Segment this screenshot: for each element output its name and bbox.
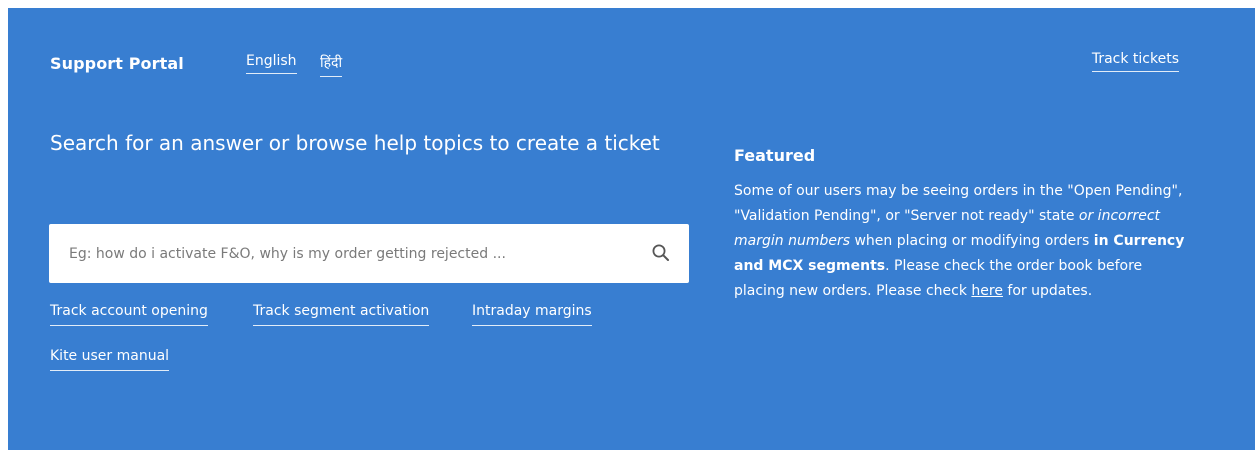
search-input[interactable]	[49, 224, 629, 283]
track-segment-activation-link[interactable]: Track segment activation	[253, 303, 430, 326]
kite-user-manual-link[interactable]: Kite user manual	[50, 348, 170, 371]
search-box	[49, 224, 689, 283]
brand-title: Support Portal	[50, 54, 184, 73]
hero-headline: Search for an answer or browse help topi…	[50, 131, 660, 155]
featured-text: Some of our users may be seeing orders i…	[734, 179, 1194, 304]
language-english-link[interactable]: English	[246, 53, 297, 74]
featured-text-part-4: for updates.	[1002, 283, 1093, 299]
featured-section: Featured Some of our users may be seeing…	[734, 146, 1194, 304]
track-tickets-link[interactable]: Track tickets	[1091, 51, 1179, 72]
language-hindi-link[interactable]: हिंदी	[320, 53, 343, 77]
search-icon[interactable]	[651, 243, 671, 263]
featured-text-part-2: when placing or modifying orders	[850, 233, 1094, 249]
featured-title: Featured	[734, 146, 816, 165]
featured-here-link[interactable]: here	[971, 283, 1003, 299]
support-hero: Support Portal English हिंदी Track ticke…	[8, 8, 1255, 450]
track-account-opening-link[interactable]: Track account opening	[50, 303, 208, 326]
intraday-margins-link[interactable]: Intraday margins	[472, 303, 592, 326]
